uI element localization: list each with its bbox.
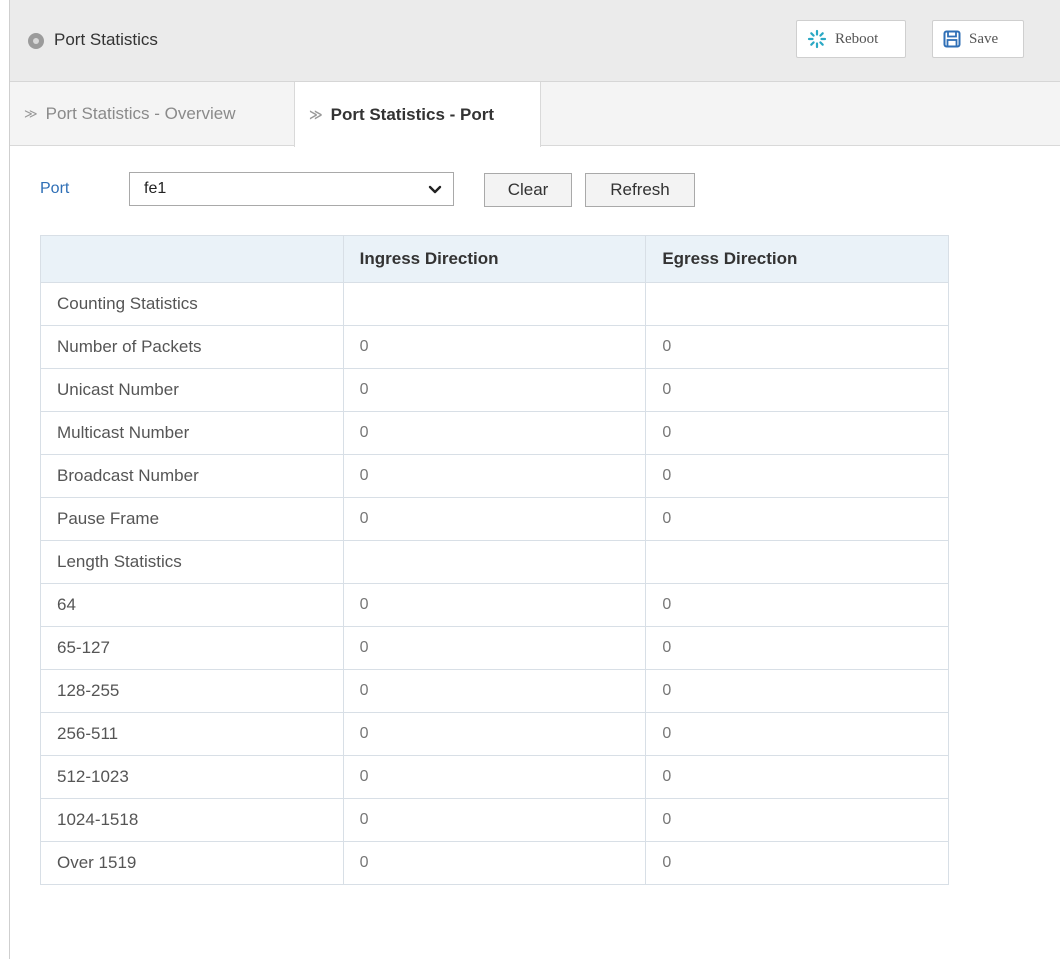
table-row: Length Statistics: [40, 540, 949, 584]
egress-value-cell: 0: [645, 411, 949, 455]
chevron-right-icon: ≫: [24, 106, 38, 121]
table-row: 1024-1518 0 0: [40, 798, 949, 842]
ingress-value-cell: 0: [342, 325, 647, 369]
row-label-cell: Length Statistics: [40, 540, 344, 584]
circle-icon: [28, 33, 44, 49]
floppy-disk-icon: [943, 30, 961, 48]
tab-label: Port Statistics - Port: [330, 104, 495, 124]
egress-value-cell: 0: [645, 669, 949, 713]
ingress-value-cell: 0: [342, 669, 647, 713]
table-row: Multicast Number 0 0: [40, 411, 949, 455]
port-select-value: fe1: [144, 180, 167, 197]
port-statistics-table: Ingress Direction Egress Direction Count…: [40, 235, 949, 885]
egress-value-cell: [645, 540, 949, 584]
ingress-value-cell: 0: [342, 712, 647, 756]
table-row: 65-127 0 0: [40, 626, 949, 670]
table-row: Counting Statistics: [40, 282, 949, 326]
ingress-value-cell: 0: [342, 368, 647, 412]
table-row: Over 1519 0 0: [40, 841, 949, 885]
ingress-value-cell: 0: [342, 626, 647, 670]
column-header-egress: Egress Direction: [645, 235, 949, 283]
row-label-cell: 64: [40, 583, 344, 627]
egress-value-cell: 0: [645, 583, 949, 627]
egress-value-cell: [645, 282, 949, 326]
port-label: Port: [40, 180, 70, 197]
ingress-value-cell: 0: [342, 755, 647, 799]
row-label-cell: 1024-1518: [40, 798, 344, 842]
save-label: Save: [969, 30, 999, 47]
egress-value-cell: 0: [645, 626, 949, 670]
clear-button[interactable]: Clear: [484, 173, 572, 207]
egress-value-cell: 0: [645, 712, 949, 756]
egress-value-cell: 0: [645, 755, 949, 799]
row-label-cell: 512-1023: [40, 755, 344, 799]
row-label-cell: Unicast Number: [40, 368, 344, 412]
tab-port-statistics-port[interactable]: ≫ Port Statistics - Port: [294, 82, 541, 147]
panel-header: Port Statistics Reboot Save: [10, 0, 1060, 82]
table-row: Number of Packets 0 0: [40, 325, 949, 369]
ingress-value-cell: 0: [342, 798, 647, 842]
ingress-value-cell: 0: [342, 841, 647, 885]
egress-value-cell: 0: [645, 368, 949, 412]
column-header-ingress: Ingress Direction: [342, 235, 647, 283]
row-label-cell: 256-511: [40, 712, 344, 756]
chevron-right-icon: ≫: [309, 106, 323, 122]
column-header-label: [40, 235, 344, 283]
row-label-cell: Pause Frame: [40, 497, 344, 541]
egress-value-cell: 0: [645, 497, 949, 541]
chevron-down-icon: [428, 185, 442, 194]
save-button[interactable]: Save: [932, 20, 1024, 58]
row-label-cell: Counting Statistics: [40, 282, 344, 326]
tab-port-statistics-overview[interactable]: ≫ Port Statistics - Overview: [10, 82, 294, 146]
port-select[interactable]: fe1: [129, 172, 454, 206]
ingress-value-cell: 0: [342, 454, 647, 498]
table-row: 128-255 0 0: [40, 669, 949, 713]
reboot-button[interactable]: Reboot: [796, 20, 906, 58]
table-row: Broadcast Number 0 0: [40, 454, 949, 498]
egress-value-cell: 0: [645, 454, 949, 498]
row-label-cell: Over 1519: [40, 841, 344, 885]
table-row: 256-511 0 0: [40, 712, 949, 756]
row-label-cell: Number of Packets: [40, 325, 344, 369]
page-title: Port Statistics: [54, 30, 158, 49]
reboot-label: Reboot: [835, 30, 879, 47]
egress-value-cell: 0: [645, 798, 949, 842]
ingress-value-cell: [342, 282, 647, 326]
ingress-value-cell: 0: [342, 583, 647, 627]
row-label-cell: Multicast Number: [40, 411, 344, 455]
table-row: Unicast Number 0 0: [40, 368, 949, 412]
table-header-row: Ingress Direction Egress Direction: [40, 235, 949, 283]
ingress-value-cell: 0: [342, 497, 647, 541]
row-label-cell: 128-255: [40, 669, 344, 713]
refresh-button[interactable]: Refresh: [585, 173, 695, 207]
egress-value-cell: 0: [645, 325, 949, 369]
table-row: Pause Frame 0 0: [40, 497, 949, 541]
table-row: 512-1023 0 0: [40, 755, 949, 799]
table-row: 64 0 0: [40, 583, 949, 627]
ingress-value-cell: [342, 540, 647, 584]
tab-bar: ≫ Port Statistics - Overview ≫ Port Stat…: [10, 82, 1060, 147]
tab-label: Port Statistics - Overview: [45, 104, 236, 123]
row-label-cell: Broadcast Number: [40, 454, 344, 498]
row-label-cell: 65-127: [40, 626, 344, 670]
ingress-value-cell: 0: [342, 411, 647, 455]
egress-value-cell: 0: [645, 841, 949, 885]
spinner-icon: [807, 29, 827, 49]
